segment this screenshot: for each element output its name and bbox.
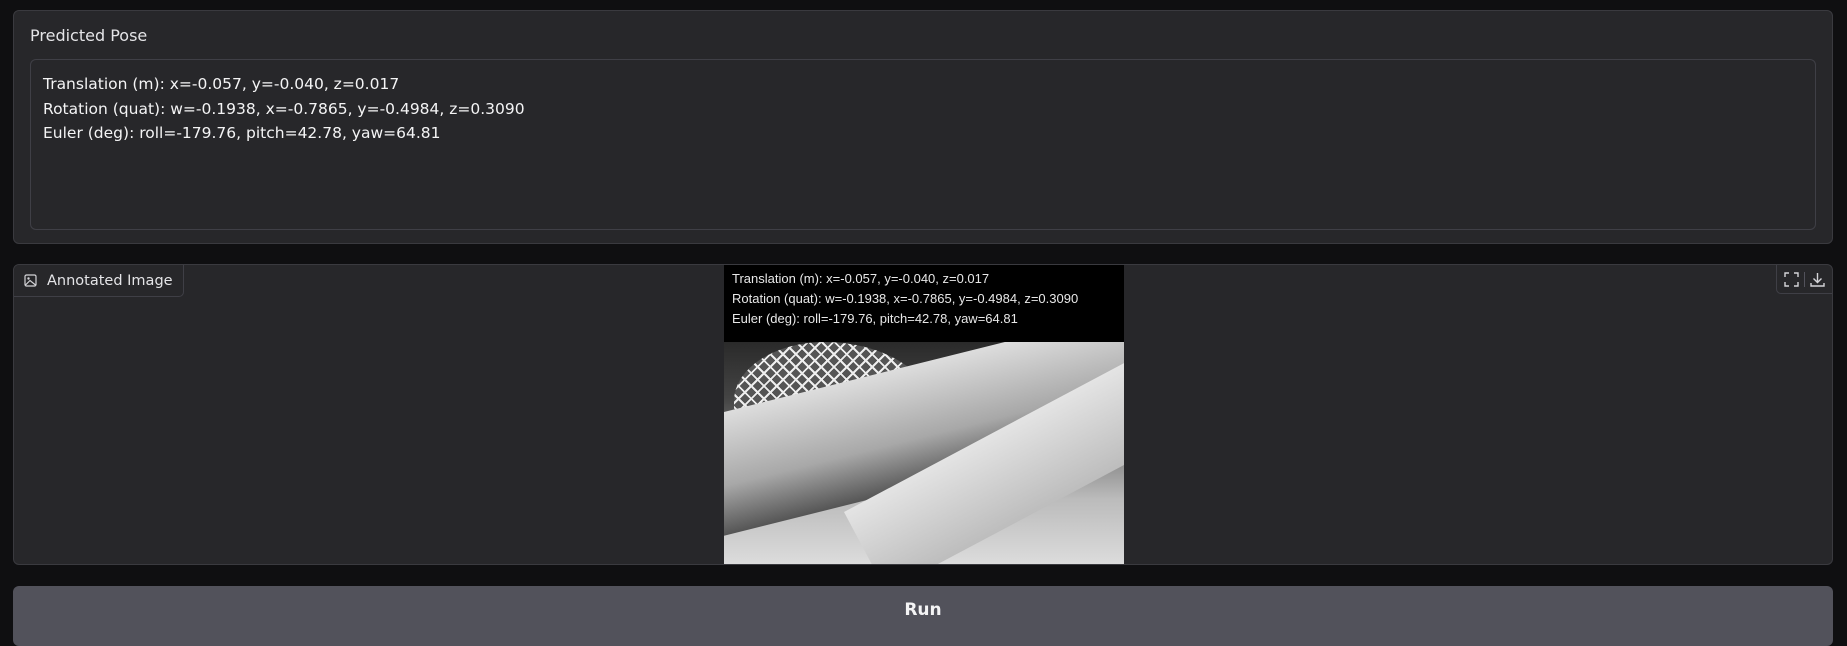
annotated-image-label: Annotated Image [14,265,184,297]
predicted-pose-textbox[interactable]: Translation (m): x=-0.057, y=-0.040, z=0… [30,59,1816,230]
overlay-translation: Translation (m): x=-0.057, y=-0.040, z=0… [732,271,990,286]
image-icon [24,274,37,287]
run-button[interactable]: Run [13,586,1833,646]
divider [1803,271,1805,287]
annotated-image-panel: Annotated Image Translation (m): x=-0.05… [13,264,1833,565]
download-icon[interactable] [1810,272,1826,287]
translation-line: Translation (m): x=-0.057, y=-0.040, z=0… [43,75,400,93]
fullscreen-icon[interactable] [1783,271,1799,287]
overlay-euler: Euler (deg): roll=-179.76, pitch=42.78, … [732,311,1018,326]
overlay-rotation: Rotation (quat): w=-0.1938, x=-0.7865, y… [732,291,1079,306]
annotated-image-label-text: Annotated Image [47,272,173,289]
camera-photo [724,342,1124,564]
annotated-image: Translation (m): x=-0.057, y=-0.040, z=0… [724,265,1124,564]
image-actions [1776,265,1832,294]
predicted-pose-title: Predicted Pose [30,26,148,45]
euler-line: Euler (deg): roll=-179.76, pitch=42.78, … [43,124,441,142]
image-overlay-text: Translation (m): x=-0.057, y=-0.040, z=0… [732,269,1078,329]
rotation-line: Rotation (quat): w=-0.1938, x=-0.7865, y… [43,99,525,118]
predicted-pose-panel: Predicted Pose Translation (m): x=-0.057… [13,10,1833,244]
